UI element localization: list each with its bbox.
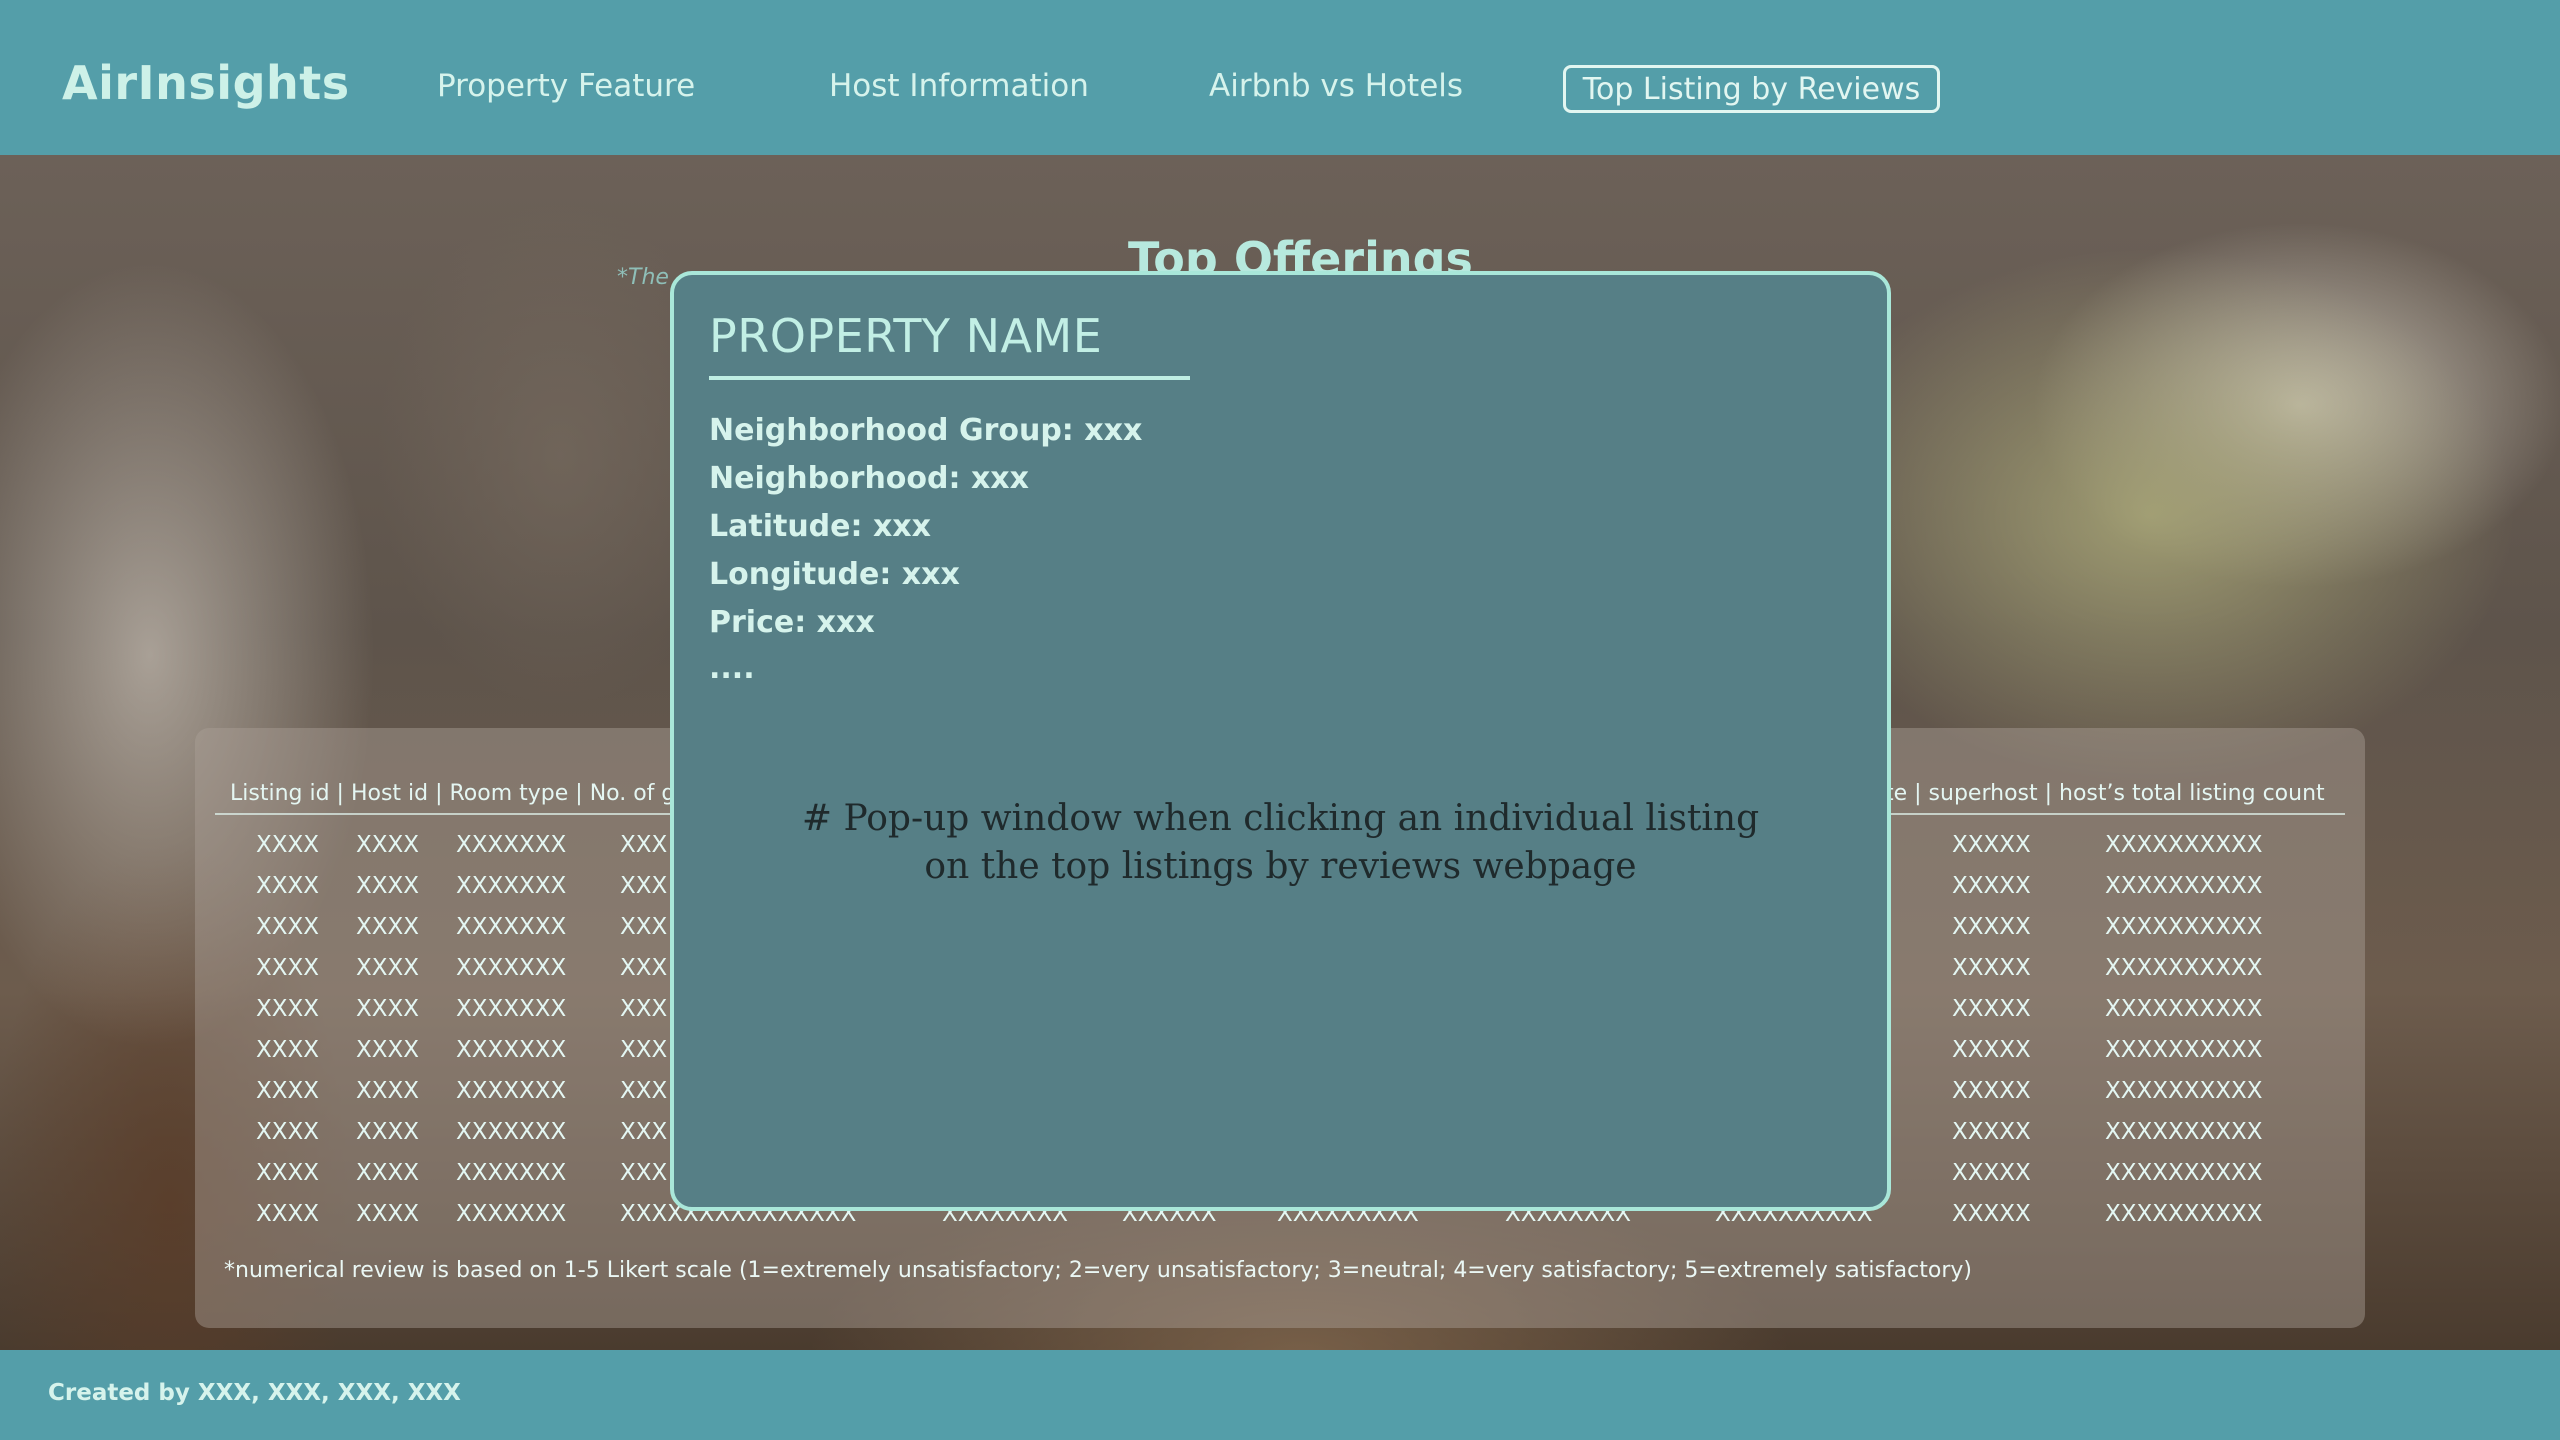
field-neighborhood-group: Neighborhood Group: xxx — [709, 413, 1143, 448]
table-header-left: Listing id | Host id | Room type | No. o… — [230, 781, 690, 806]
table-cell[interactable]: XXXXXXX — [456, 873, 566, 899]
table-cell[interactable]: XXXX — [256, 1201, 319, 1227]
table-cell[interactable]: XXXX — [356, 873, 419, 899]
table-cell[interactable]: XXXXX — [1952, 996, 2031, 1022]
table-cell[interactable]: XXXXXXXXXX — [2105, 873, 2263, 899]
table-cell[interactable]: XXXX — [356, 914, 419, 940]
table-cell[interactable]: XXXXXXX — [456, 1119, 566, 1145]
table-cell[interactable]: XXXXXXXXXX — [2105, 955, 2263, 981]
table-cell[interactable]: XXX — [620, 996, 667, 1022]
table-cell[interactable]: XXX — [620, 1119, 667, 1145]
table-cell[interactable]: XXXXX — [1952, 955, 2031, 981]
table-cell[interactable]: XXXXX — [1952, 873, 2031, 899]
table-cell[interactable]: XXXXX — [1952, 832, 2031, 858]
table-cell[interactable]: XXXX — [356, 996, 419, 1022]
table-cell[interactable]: XXXXXXXXXX — [2105, 914, 2263, 940]
likert-footnote: *numerical review is based on 1-5 Likert… — [224, 1258, 1972, 1283]
table-cell[interactable]: XXXXXXX — [456, 1078, 566, 1104]
table-cell[interactable]: XXXXXXX — [456, 955, 566, 981]
table-cell[interactable]: XXXXXXX — [456, 832, 566, 858]
table-cell[interactable]: XXXX — [256, 1160, 319, 1186]
table-cell[interactable]: XXXXXXXXXX — [2105, 1119, 2263, 1145]
field-neighborhood: Neighborhood: xxx — [709, 461, 1029, 496]
nav-host-information[interactable]: Host Information — [829, 68, 1089, 104]
table-cell[interactable]: XXXX — [256, 914, 319, 940]
popup-annotation: # Pop-up window when clicking an individ… — [674, 795, 1887, 891]
table-cell[interactable]: XXXXXXXXXX — [2105, 1201, 2263, 1227]
field-price: Price: xxx — [709, 605, 875, 640]
table-cell[interactable]: XXXX — [356, 1037, 419, 1063]
property-name-title: PROPERTY NAME — [709, 309, 1103, 363]
table-cell[interactable]: XXXXXXX — [456, 1201, 566, 1227]
table-cell[interactable]: XXX — [620, 955, 667, 981]
table-cell[interactable]: XXXX — [256, 996, 319, 1022]
table-header-right: te | superhost | host’s total listing co… — [1885, 781, 2325, 806]
table-cell[interactable]: XXXX — [256, 1119, 319, 1145]
property-popup[interactable]: PROPERTY NAME Neighborhood Group: xxx Ne… — [670, 271, 1891, 1211]
nav-property-feature[interactable]: Property Feature — [437, 68, 695, 104]
table-cell[interactable]: XXXXXXXXXX — [2105, 1037, 2263, 1063]
field-more: .... — [709, 651, 755, 686]
table-cell[interactable]: XXXX — [356, 1201, 419, 1227]
nav-airbnb-vs-hotels[interactable]: Airbnb vs Hotels — [1209, 68, 1463, 104]
footer: Created by XXX, XXX, XXX, XXX — [0, 1350, 2560, 1440]
field-latitude: Latitude: xxx — [709, 509, 931, 544]
footer-credits: Created by XXX, XXX, XXX, XXX — [48, 1380, 461, 1406]
top-navbar: AirInsights Property Feature Host Inform… — [0, 0, 2560, 155]
table-cell[interactable]: XXX — [620, 873, 667, 899]
table-cell[interactable]: XXXXX — [1952, 1037, 2031, 1063]
table-cell[interactable]: XXX — [620, 1037, 667, 1063]
table-cell[interactable]: XXX — [620, 914, 667, 940]
table-cell[interactable]: XXXXXXX — [456, 914, 566, 940]
table-cell[interactable]: XXXX — [356, 1160, 419, 1186]
table-cell[interactable]: XXXX — [256, 1078, 319, 1104]
table-cell[interactable]: XXXXXXXXXX — [2105, 1160, 2263, 1186]
table-cell[interactable]: XXXXX — [1952, 1201, 2031, 1227]
table-cell[interactable]: XXXX — [356, 1119, 419, 1145]
table-cell[interactable]: XXXXXXXXXX — [2105, 832, 2263, 858]
table-cell[interactable]: XXXX — [356, 832, 419, 858]
table-cell[interactable]: XXXXX — [1952, 914, 2031, 940]
table-cell[interactable]: XXXXX — [1952, 1078, 2031, 1104]
popup-annotation-line1: # Pop-up window when clicking an individ… — [801, 798, 1760, 839]
table-cell[interactable]: XXX — [620, 1078, 667, 1104]
table-cell[interactable]: XXX — [620, 1160, 667, 1186]
nav-top-listing-by-reviews[interactable]: Top Listing by Reviews — [1563, 65, 1940, 113]
table-cell[interactable]: XXXXXXX — [456, 996, 566, 1022]
title-underline — [709, 376, 1190, 380]
table-cell[interactable]: XXXX — [256, 873, 319, 899]
table-cell[interactable]: XXXX — [256, 832, 319, 858]
table-cell[interactable]: XXXX — [256, 955, 319, 981]
table-cell[interactable]: XXXXXXXXXX — [2105, 996, 2263, 1022]
section-note: *The — [617, 265, 669, 290]
table-cell[interactable]: XXX — [620, 832, 667, 858]
table-cell[interactable]: XXXXXXX — [456, 1037, 566, 1063]
table-cell[interactable]: XXXX — [356, 955, 419, 981]
table-cell[interactable]: XXXXX — [1952, 1160, 2031, 1186]
table-cell[interactable]: XXXX — [356, 1078, 419, 1104]
app-logo[interactable]: AirInsights — [62, 56, 350, 110]
field-longitude: Longitude: xxx — [709, 557, 960, 592]
table-cell[interactable]: XXXXX — [1952, 1119, 2031, 1145]
popup-annotation-line2: on the top listings by reviews webpage — [924, 846, 1637, 887]
table-cell[interactable]: XXXXXXXXXX — [2105, 1078, 2263, 1104]
table-cell[interactable]: XXXXXXX — [456, 1160, 566, 1186]
table-cell[interactable]: XXXX — [256, 1037, 319, 1063]
